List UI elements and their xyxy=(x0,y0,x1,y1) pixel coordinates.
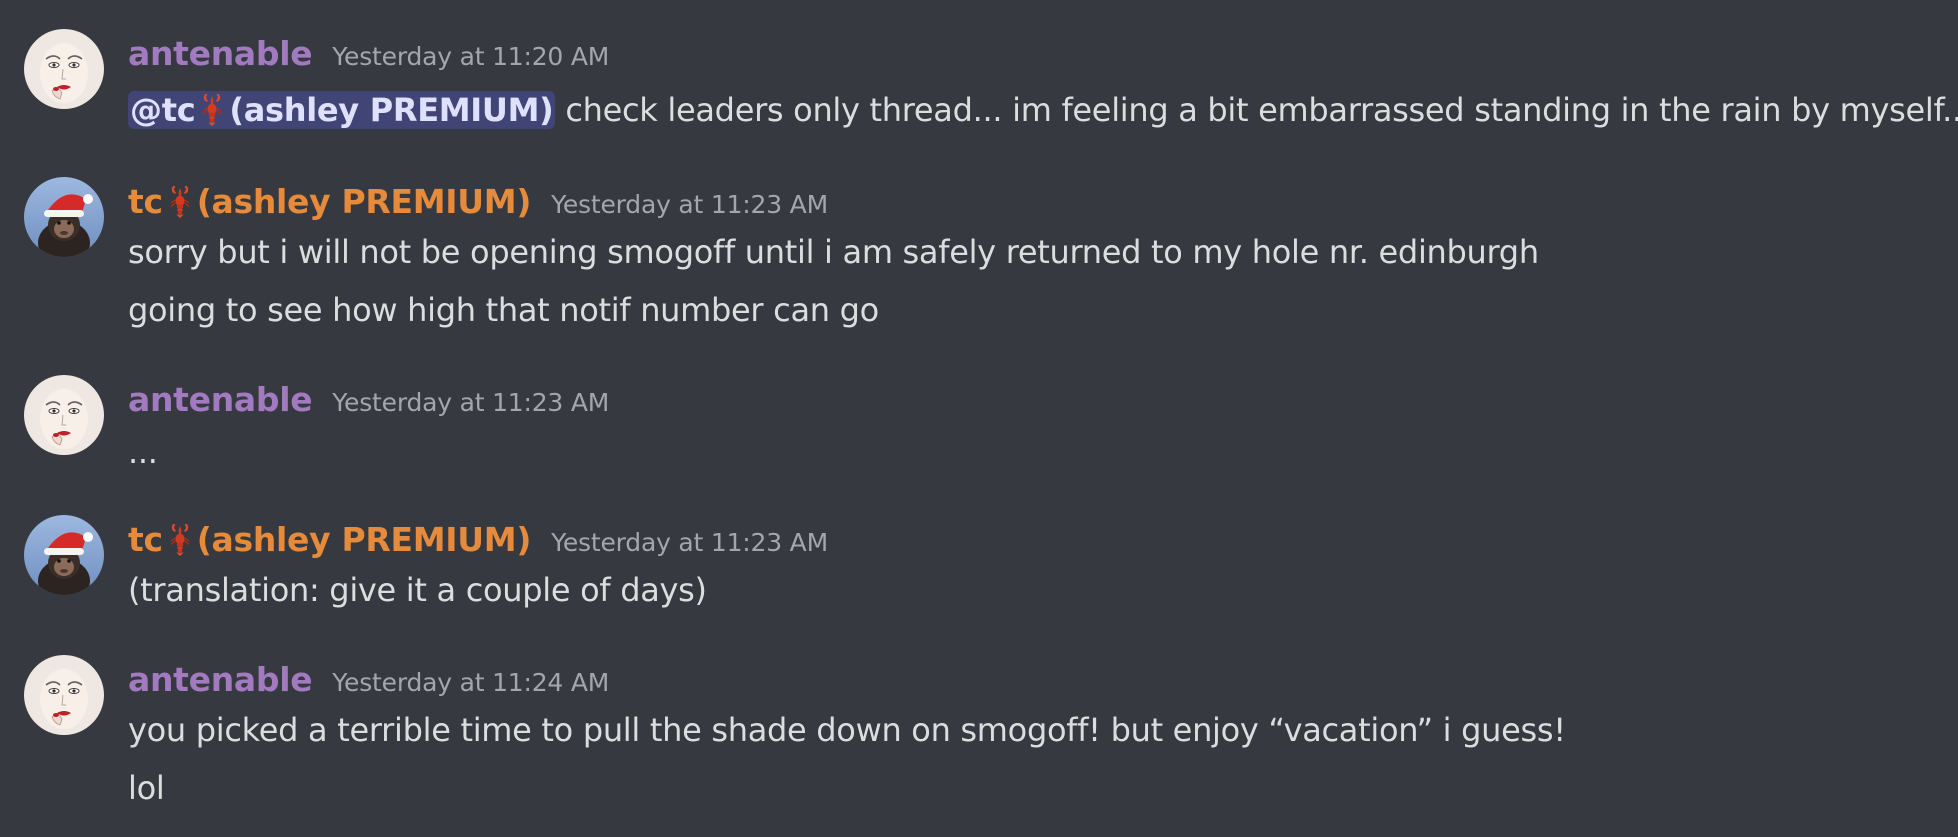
message-text: check leaders only thread... im feeling … xyxy=(565,91,1958,129)
message-text: lol xyxy=(128,769,165,807)
author-name[interactable]: antenable xyxy=(128,380,313,419)
message-timestamp[interactable]: Yesterday at 11:24 AM xyxy=(332,668,609,697)
message-text: (translation: give it a couple of days) xyxy=(128,571,707,609)
message-timestamp[interactable]: Yesterday at 11:23 AM xyxy=(332,388,609,417)
author-name-suffix: (ashley PREMIUM) xyxy=(196,520,532,559)
lobster-icon xyxy=(165,183,195,219)
message-text: you picked a terrible time to pull the s… xyxy=(128,711,1566,749)
message-text: going to see how high that notif number … xyxy=(128,291,879,329)
author-name[interactable]: tc (ashley PREMIUM) xyxy=(128,520,531,559)
author-name[interactable]: antenable xyxy=(128,660,313,699)
santa-monkey-avatar[interactable] xyxy=(24,515,104,595)
mention-prefix: @tc xyxy=(130,91,196,129)
santa-monkey-avatar[interactable] xyxy=(24,177,104,257)
message-text: ... xyxy=(128,433,158,471)
message-content: @tc (ashley PREMIUM) check leaders only t… xyxy=(128,88,1958,132)
message-header: antenable Yesterday at 11:24 AM xyxy=(128,660,609,704)
message-header: antenable Yesterday at 11:23 AM xyxy=(128,380,609,424)
author-name[interactable]: tc (ashley PREMIUM) xyxy=(128,182,531,221)
lobster-icon xyxy=(197,91,227,127)
message-text: sorry but i will not be opening smogoff … xyxy=(128,233,1539,271)
lobster-icon xyxy=(165,521,195,557)
user-mention[interactable]: @tc (ashley PREMIUM) xyxy=(128,91,556,129)
face-portrait-avatar[interactable] xyxy=(24,655,104,735)
face-portrait-avatar[interactable] xyxy=(24,375,104,455)
author-name-prefix: tc xyxy=(128,520,163,559)
message-timestamp[interactable]: Yesterday at 11:23 AM xyxy=(551,528,828,557)
message-header: tc (ashley PREMIUM) Yesterday at 11:23 AM xyxy=(128,182,828,226)
message-header: antenable Yesterday at 11:20 AM xyxy=(128,34,609,78)
message-header: tc (ashley PREMIUM) Yesterday at 11:23 AM xyxy=(128,520,828,564)
message-timestamp[interactable]: Yesterday at 11:23 AM xyxy=(551,190,828,219)
face-portrait-avatar[interactable] xyxy=(24,29,104,109)
author-name-prefix: tc xyxy=(128,182,163,221)
mention-suffix: (ashley PREMIUM) xyxy=(229,91,554,129)
message-timestamp[interactable]: Yesterday at 11:20 AM xyxy=(332,42,609,71)
author-name[interactable]: antenable xyxy=(128,34,313,73)
author-name-suffix: (ashley PREMIUM) xyxy=(196,182,532,221)
